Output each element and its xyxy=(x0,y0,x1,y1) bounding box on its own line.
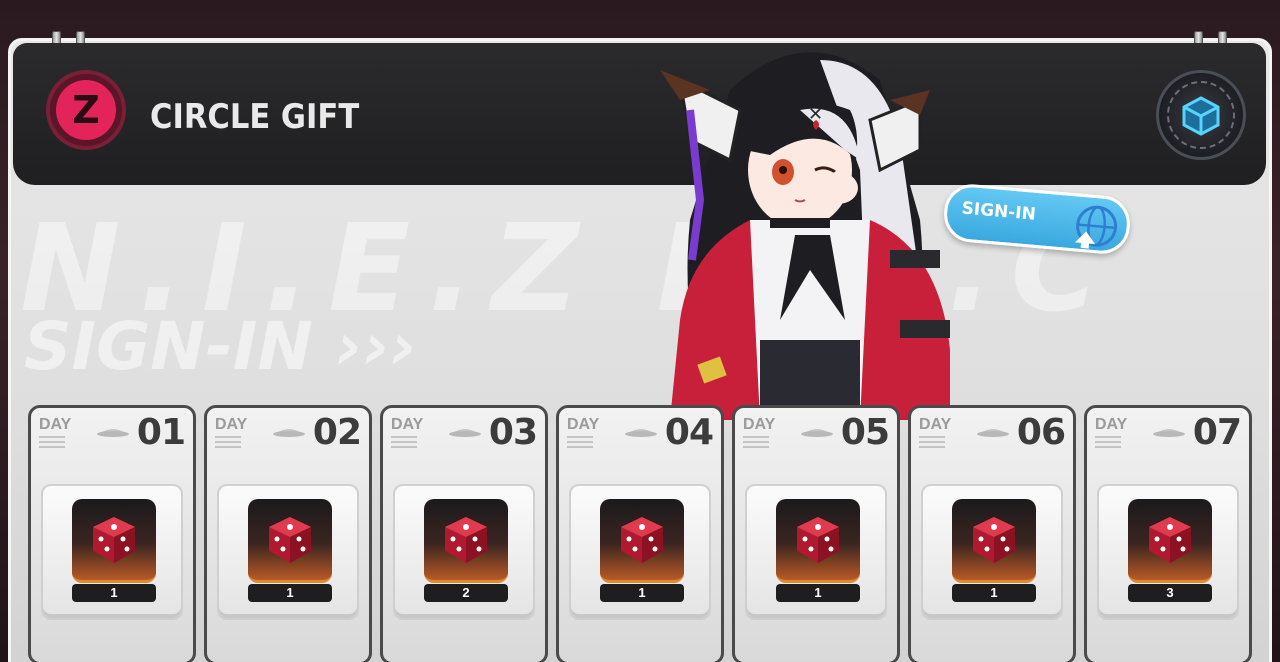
day-number: 02 xyxy=(312,412,362,453)
day-sub-label xyxy=(919,436,945,450)
reward-quantity: 1 xyxy=(776,584,860,602)
day-label: DAY xyxy=(567,416,600,433)
hat-icon xyxy=(97,429,129,437)
reward-quantity: 1 xyxy=(600,584,684,602)
red-dice-icon xyxy=(776,499,860,583)
day-label: DAY xyxy=(1095,416,1128,433)
red-dice-icon xyxy=(248,499,332,583)
red-dice-icon xyxy=(600,499,684,583)
reward-slot[interactable]: 1 xyxy=(569,484,711,620)
character-illustration: ✕ xyxy=(660,52,950,420)
day-card-4[interactable]: DAY 04 1 xyxy=(556,405,724,662)
day-number: 07 xyxy=(1192,412,1242,453)
globe-upload-icon xyxy=(1075,205,1118,249)
day-number: 03 xyxy=(488,412,538,453)
hat-icon xyxy=(449,429,481,437)
day-label: DAY xyxy=(39,416,72,433)
page-title: CIRCLE GIFT xyxy=(150,97,360,137)
day-number: 05 xyxy=(840,412,890,453)
day-sub-label xyxy=(743,436,769,450)
daily-reward-list: DAY 01 1 DAY 02 1 DAY 03 2 DAY 04 1 DAY … xyxy=(28,405,1258,662)
reward-slot[interactable]: 2 xyxy=(393,484,535,620)
hat-icon xyxy=(801,429,833,437)
day-card-2[interactable]: DAY 02 1 xyxy=(204,405,372,662)
reward-quantity: 1 xyxy=(952,584,1036,602)
reward-slot[interactable]: 1 xyxy=(41,484,183,620)
reward-slot[interactable]: 1 xyxy=(217,484,359,620)
reward-slot[interactable]: 1 xyxy=(921,484,1063,620)
day-card-5[interactable]: DAY 05 1 xyxy=(732,405,900,662)
watermark-subtitle: SIGN-IN ››› xyxy=(24,308,418,385)
day-label: DAY xyxy=(215,416,248,433)
day-sub-label xyxy=(391,436,417,450)
day-label: DAY xyxy=(743,416,776,433)
reward-quantity: 1 xyxy=(248,584,332,602)
hat-icon xyxy=(273,429,305,437)
logo-glyph: Z xyxy=(56,80,116,140)
reward-quantity: 3 xyxy=(1128,584,1212,602)
day-sub-label xyxy=(215,436,241,450)
circle-logo-icon: Z xyxy=(46,70,126,150)
red-dice-icon xyxy=(424,499,508,583)
reward-quantity: 2 xyxy=(424,584,508,602)
reward-slot[interactable]: 3 xyxy=(1097,484,1239,620)
day-card-1[interactable]: DAY 01 1 xyxy=(28,405,196,662)
day-number: 06 xyxy=(1016,412,1066,453)
day-number: 01 xyxy=(136,412,186,453)
cube-emblem-icon[interactable] xyxy=(1156,70,1246,160)
day-sub-label xyxy=(39,436,65,450)
red-dice-icon xyxy=(1128,499,1212,583)
day-number: 04 xyxy=(664,412,714,453)
red-dice-icon xyxy=(72,499,156,583)
red-dice-icon xyxy=(952,499,1036,583)
reward-slot[interactable]: 1 xyxy=(745,484,887,620)
day-card-3[interactable]: DAY 03 2 xyxy=(380,405,548,662)
day-label: DAY xyxy=(919,416,952,433)
day-sub-label xyxy=(1095,436,1121,450)
day-sub-label xyxy=(567,436,593,450)
day-card-6[interactable]: DAY 06 1 xyxy=(908,405,1076,662)
hat-icon xyxy=(977,429,1009,437)
hat-icon xyxy=(625,429,657,437)
hat-icon xyxy=(1153,429,1185,437)
day-label: DAY xyxy=(391,416,424,433)
reward-quantity: 1 xyxy=(72,584,156,602)
sign-in-label: SIGN-IN xyxy=(960,198,1037,225)
day-card-7[interactable]: DAY 07 3 xyxy=(1084,405,1252,662)
